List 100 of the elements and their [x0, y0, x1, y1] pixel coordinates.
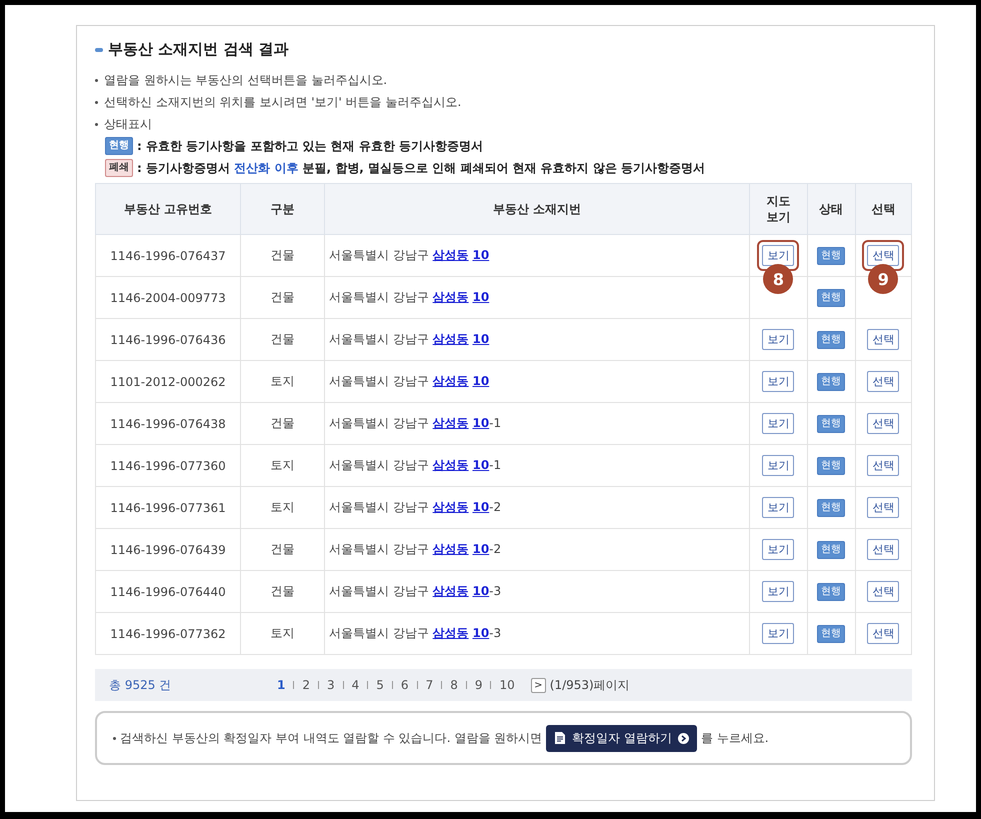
date-view-button[interactable]: 확정일자 열람하기 [546, 724, 697, 752]
map-view-button[interactable]: 보기 [762, 581, 794, 602]
column-header: 부동산 고유번호 [96, 184, 241, 234]
dong-link[interactable]: 삼성동 [432, 290, 469, 304]
table-cell: 1146-1996-076436 [96, 318, 241, 360]
dong-link[interactable]: 삼성동 [432, 542, 469, 556]
address-text: 서울특별시 강남구 삼성동 10 [329, 332, 490, 346]
map-view-button[interactable]: 보기 [762, 539, 794, 560]
table-cell: 1146-1996-077360 [96, 444, 241, 486]
map-view-button[interactable]: 보기 [762, 371, 794, 392]
table-cell: 건물 [240, 276, 324, 318]
dong-link[interactable]: 삼성동 [432, 500, 469, 514]
dong-link[interactable]: 삼성동 [432, 626, 469, 640]
select-button[interactable]: 선택 [867, 413, 900, 434]
document-icon [554, 731, 566, 745]
table-cell: 1101-2012-000262 [96, 360, 241, 402]
map-view-button[interactable]: 보기 [762, 329, 794, 350]
dong-link[interactable]: 삼성동 [432, 584, 469, 598]
page-link[interactable]: 3 [319, 678, 343, 692]
select-button[interactable]: 선택 [867, 581, 900, 602]
status-badge: 현행 [817, 582, 846, 600]
column-header: 선택 [855, 184, 912, 234]
page-link[interactable]: 1 [269, 678, 294, 692]
page-link[interactable]: 8 [442, 678, 466, 692]
status-badge: 현행 [817, 456, 846, 474]
map-view-button[interactable]: 보기 [762, 623, 794, 644]
map-view-button[interactable]: 보기 [762, 455, 794, 476]
address-text: 서울특별시 강남구 삼성동 10-2 [329, 542, 502, 556]
map-view-button[interactable]: 보기 [762, 245, 794, 266]
select-button[interactable]: 선택 [867, 371, 900, 392]
arrow-circle-icon [678, 732, 689, 744]
page-link[interactable]: 10 [491, 678, 523, 692]
status-badge: 현행 [817, 372, 846, 390]
select-button[interactable]: 선택 [867, 623, 900, 644]
dong-link[interactable]: 삼성동 [432, 248, 469, 262]
page-link[interactable]: 2 [294, 678, 318, 692]
table-cell: 토지 [240, 360, 324, 402]
address-text: 서울특별시 강남구 삼성동 10 [329, 248, 490, 262]
select-button[interactable]: 선택 [867, 497, 900, 518]
dong-link[interactable]: 삼성동 [432, 374, 469, 388]
lot-link[interactable]: 10 [472, 584, 490, 598]
lot-link[interactable]: 10 [472, 626, 490, 640]
lot-link[interactable]: 10 [472, 332, 490, 346]
status-badge: 현행 [817, 414, 846, 432]
lot-link[interactable]: 10 [472, 416, 490, 430]
lot-link[interactable]: 10 [472, 458, 490, 472]
bullet-icon [95, 78, 98, 82]
status-badge: 현행 [817, 288, 846, 306]
address-text: 서울특별시 강남구 삼성동 10 [329, 374, 490, 388]
dong-link[interactable]: 삼성동 [432, 458, 469, 472]
column-header: 상태 [807, 184, 856, 234]
lot-link[interactable]: 10 [472, 500, 490, 514]
status-badge: 현행 [817, 624, 846, 642]
bullet-icon [113, 736, 116, 740]
note-text: 선택하신 소재지번의 위치를 보시려면 '보기' 버튼을 눌러주십시오. [104, 94, 462, 110]
address-text: 서울특별시 강남구 삼성동 10-1 [329, 458, 502, 472]
page-link[interactable]: 9 [466, 678, 490, 692]
dong-link[interactable]: 삼성동 [432, 416, 469, 430]
status-badge: 현행 [817, 498, 846, 516]
dong-link[interactable]: 삼성동 [432, 332, 469, 346]
select-button[interactable]: 선택 [867, 245, 900, 266]
page-link[interactable]: 7 [418, 678, 442, 692]
table-cell: 토지 [240, 444, 324, 486]
lot-link[interactable]: 10 [472, 542, 490, 556]
select-button[interactable]: 선택 [867, 455, 900, 476]
select-button[interactable]: 선택 [867, 329, 900, 350]
select-button[interactable]: 선택 [867, 539, 900, 560]
next-page-button[interactable]: > [530, 678, 546, 692]
address-text: 서울특별시 강남구 삼성동 10-2 [329, 500, 502, 514]
table-cell: 1146-1996-076440 [96, 570, 241, 612]
table-cell: 1146-2004-009773 [96, 276, 241, 318]
section-title: 부동산 소재지번 검색 결과 [108, 40, 289, 59]
bullet-icon [95, 122, 98, 126]
table-cell: 1146-1996-076438 [96, 402, 241, 444]
lot-link[interactable]: 10 [472, 248, 490, 262]
map-view-button[interactable]: 보기 [762, 413, 794, 434]
table-cell: 건물 [240, 318, 324, 360]
page-link[interactable]: 4 [344, 678, 368, 692]
note-text: 상태표시 [104, 116, 152, 132]
note-text: 열람을 원하시는 부동산의 선택버튼을 눌러주십시오. [104, 72, 388, 88]
table-cell: 1146-1996-077362 [96, 612, 241, 654]
column-header: 구분 [240, 184, 324, 234]
address-text: 서울특별시 강남구 삼성동 10-3 [329, 626, 502, 640]
table-cell: 건물 [240, 234, 324, 276]
legend-text: : 유효한 등기사항을 포함하고 있는 현재 유효한 등기사항증명서 [137, 138, 484, 154]
page-info: (1/953)페이지 [550, 676, 630, 694]
column-header: 부동산 소재지번 [324, 184, 750, 234]
page-link[interactable]: 6 [392, 678, 417, 692]
step-number: 9 [868, 264, 898, 294]
lot-link[interactable]: 10 [472, 290, 490, 304]
legend-text: : 등기사항증명서 전산화 이후 분필, 합병, 멸실등으로 인해 폐쇄되어 현재 유효하지 않은 등기사항증명서 [137, 160, 706, 176]
address-text: 서울특별시 강남구 삼성동 10 [329, 290, 490, 304]
status-badge: 현행 [817, 246, 846, 264]
table-cell: 토지 [240, 612, 324, 654]
notice-text: 를 누르세요. [700, 730, 769, 746]
page-link[interactable]: 5 [368, 678, 392, 692]
map-view-button[interactable]: 보기 [762, 497, 794, 518]
title-marker-icon [95, 48, 103, 52]
lot-link[interactable]: 10 [472, 374, 490, 388]
notice-text: 검색하신 부동산의 확정일자 부여 내역도 열람할 수 있습니다. 열람을 원하시면 [120, 730, 542, 746]
